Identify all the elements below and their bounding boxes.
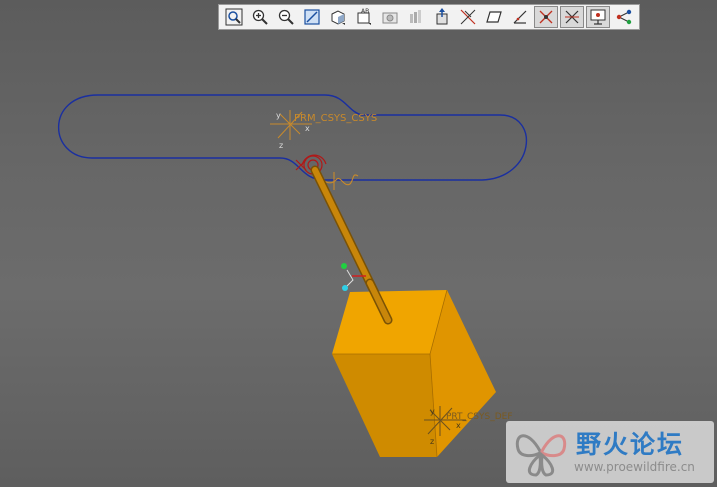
csys-display-icon xyxy=(539,10,553,24)
csys-display-button[interactable] xyxy=(534,6,558,28)
point-tags-button[interactable] xyxy=(586,6,610,28)
datum-planes-button[interactable] xyxy=(482,6,506,28)
upper-csys-x-axis: x xyxy=(305,124,310,133)
view-toolbar: AB xyxy=(218,4,640,30)
watermark-url: www.proewildfire.cn xyxy=(574,460,695,474)
saved-views-icon: AB xyxy=(357,8,371,25)
forum-watermark: 野火论坛 www.proewildfire.cn xyxy=(506,421,714,483)
watermark-title: 野火论坛 xyxy=(576,430,685,459)
lower-csys-x-axis: x xyxy=(456,421,461,430)
model-tree-icon xyxy=(616,9,632,25)
appearance-icon xyxy=(382,12,398,24)
block-body[interactable] xyxy=(332,289,496,458)
point-tags-icon xyxy=(590,9,606,25)
repaint-button[interactable] xyxy=(300,6,324,28)
zoom-in-button[interactable] xyxy=(248,6,272,28)
appearance-button[interactable] xyxy=(378,6,402,28)
annotations-button[interactable] xyxy=(560,6,584,28)
layers-button[interactable] xyxy=(404,6,428,28)
datum-points-button[interactable] xyxy=(508,6,532,28)
upper-csys-y-axis: y xyxy=(276,111,281,120)
block-left-face xyxy=(332,354,437,457)
display-style-icon xyxy=(331,10,345,25)
upper-csys-label: PRM_CSYS_CSYS xyxy=(294,113,377,124)
datum-planes-icon xyxy=(486,11,502,23)
layers-icon xyxy=(410,10,421,23)
zoom-out-icon xyxy=(278,9,294,25)
display-style-button[interactable] xyxy=(326,6,350,28)
datum-axes-icon xyxy=(460,9,476,25)
spin-center-icon xyxy=(436,8,448,25)
zoom-out-button[interactable] xyxy=(274,6,298,28)
model-viewport[interactable]: PRM_CSYS_CSYS y x z PRT_CSYS_DEF y x z xyxy=(0,0,717,487)
svg-text:AB: AB xyxy=(361,8,369,15)
annotations-icon xyxy=(565,10,579,24)
butterfly-logo-icon xyxy=(515,434,567,477)
motion-path-curve[interactable] xyxy=(58,94,528,181)
upper-csys-z-axis: z xyxy=(279,141,283,150)
zoom-fit-button[interactable] xyxy=(222,6,246,28)
lower-csys-z-axis: z xyxy=(430,437,434,446)
saved-views-button[interactable]: AB xyxy=(352,6,376,28)
lower-csys-y-axis: y xyxy=(430,407,435,416)
datum-axes-button[interactable] xyxy=(456,6,480,28)
datum-points-icon xyxy=(513,10,527,24)
spin-center-button[interactable] xyxy=(430,6,454,28)
zoom-fit-icon xyxy=(225,8,243,26)
zoom-in-icon xyxy=(252,9,268,25)
model-tree-button[interactable] xyxy=(612,6,636,28)
repaint-icon xyxy=(304,9,320,25)
